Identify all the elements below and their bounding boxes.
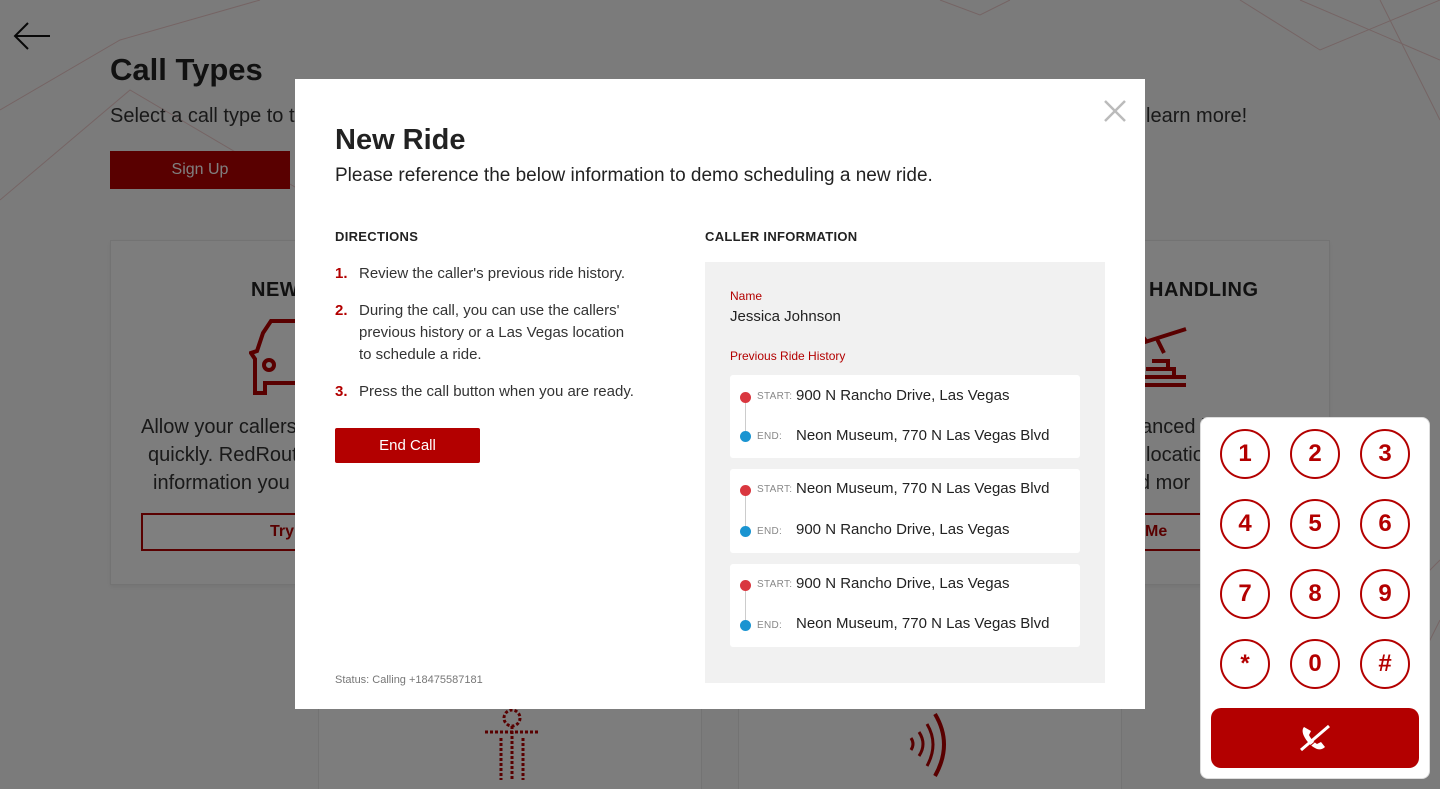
start-tag: START: [757, 579, 793, 590]
step-number: 1. [335, 265, 348, 282]
dial-key-3[interactable]: 3 [1360, 429, 1410, 479]
end-dot-icon [740, 620, 751, 631]
step-text: Press the call button when you are ready… [359, 383, 634, 400]
call-status: Status: Calling +18475587181 [335, 674, 483, 686]
new-ride-modal: New Ride Please reference the below info… [295, 79, 1145, 709]
caller-info-heading: CALLER INFORMATION [705, 229, 858, 244]
dial-key-8[interactable]: 8 [1290, 569, 1340, 619]
end-dot-icon [740, 526, 751, 537]
end-tag: END: [757, 620, 783, 631]
dial-key-6[interactable]: 6 [1360, 499, 1410, 549]
end-dot-icon [740, 431, 751, 442]
ride-history-item[interactable]: START: END: 900 N Rancho Drive, Las Vega… [730, 375, 1080, 458]
ride-history-item[interactable]: START: END: Neon Museum, 770 N Las Vegas… [730, 469, 1080, 553]
close-icon[interactable] [1100, 96, 1130, 126]
directions-list: 1. Review the caller's previous ride his… [335, 263, 665, 418]
hangup-button[interactable] [1211, 708, 1419, 768]
ride-end-address: 900 N Rancho Drive, Las Vegas [796, 521, 1010, 538]
dial-key-4[interactable]: 4 [1220, 499, 1270, 549]
start-dot-icon [740, 392, 751, 403]
name-label: Name [730, 289, 763, 303]
ride-history-item[interactable]: START: END: 900 N Rancho Drive, Las Vega… [730, 564, 1080, 647]
step-number: 3. [335, 383, 348, 400]
start-tag: START: [757, 391, 793, 402]
end-tag: END: [757, 526, 783, 537]
start-tag: START: [757, 484, 793, 495]
dial-key-9[interactable]: 9 [1360, 569, 1410, 619]
direction-step: 3. Press the call button when you are re… [335, 381, 665, 403]
dial-key-5[interactable]: 5 [1290, 499, 1340, 549]
step-text: Review the caller's previous ride histor… [359, 265, 626, 282]
start-dot-icon [740, 580, 751, 591]
directions-heading: DIRECTIONS [335, 229, 419, 244]
modal-subtitle: Please reference the below information t… [335, 165, 933, 186]
end-tag: END: [757, 431, 783, 442]
ride-start-address: Neon Museum, 770 N Las Vegas Blvd [796, 480, 1050, 497]
ride-end-address: Neon Museum, 770 N Las Vegas Blvd [796, 615, 1050, 632]
ride-start-address: 900 N Rancho Drive, Las Vegas [796, 387, 1010, 404]
ride-end-address: Neon Museum, 770 N Las Vegas Blvd [796, 427, 1050, 444]
step-text: During the call, you can use the callers… [359, 302, 625, 363]
ride-history-label: Previous Ride History [730, 349, 846, 363]
phone-hangup-icon [1300, 724, 1332, 753]
dial-key-hash[interactable]: # [1360, 639, 1410, 689]
dial-key-1[interactable]: 1 [1220, 429, 1270, 479]
dial-key-0[interactable]: 0 [1290, 639, 1340, 689]
modal-title: New Ride [335, 124, 466, 156]
dial-key-star[interactable]: * [1220, 639, 1270, 689]
caller-name: Jessica Johnson [730, 308, 841, 325]
start-dot-icon [740, 485, 751, 496]
direction-step: 1. Review the caller's previous ride his… [335, 263, 665, 285]
phone-dialer: 1 2 3 4 5 6 7 8 9 * 0 # [1200, 417, 1430, 779]
dial-key-2[interactable]: 2 [1290, 429, 1340, 479]
direction-step: 2. During the call, you can use the call… [335, 300, 665, 366]
ride-start-address: 900 N Rancho Drive, Las Vegas [796, 575, 1010, 592]
end-call-button[interactable]: End Call [335, 428, 480, 463]
caller-info-panel: Name Jessica Johnson Previous Ride Histo… [705, 262, 1105, 683]
dial-key-7[interactable]: 7 [1220, 569, 1270, 619]
step-number: 2. [335, 302, 348, 319]
